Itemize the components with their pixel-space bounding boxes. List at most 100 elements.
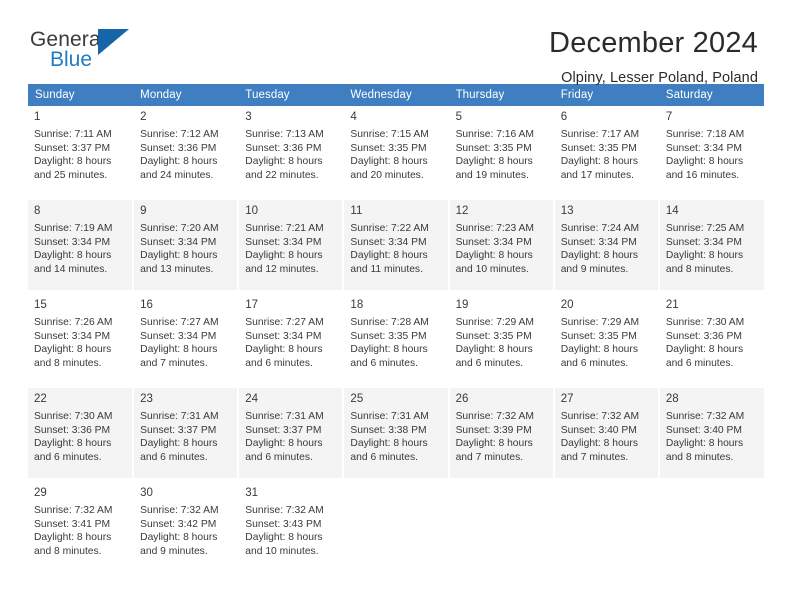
calendar-day-cell[interactable]: 26 Sunrise: 7:32 AM Sunset: 3:39 PM Dayligh… (448, 388, 555, 478)
calendar-day-cell[interactable]: 13 Sunrise: 7:24 AM Sunset: 3:34 PM Dayligh… (553, 200, 660, 290)
day-number: 12 (455, 205, 469, 217)
sunset-text: Sunset: 3:37 PM (140, 424, 217, 436)
calendar-day-cell[interactable]: 24 Sunrise: 7:31 AM Sunset: 3:37 PM Dayligh… (238, 388, 345, 478)
calendar-day-cell[interactable]: 20 Sunrise: 7:29 AM Sunset: 3:35 PM Dayligh… (553, 294, 660, 384)
daylight-text-line2: and 7 minutes. (455, 451, 524, 463)
calendar-day-content: 16 Sunrise: 7:27 AM Sunset: 3:34 PM Dayligh… (134, 294, 237, 384)
daylight-text-line2: and 6 minutes. (350, 357, 418, 369)
day-number: 9 (140, 205, 147, 217)
daylight-text-line1: Daylight: 8 hours (560, 438, 638, 450)
calendar-day-cell[interactable]: 28 Sunrise: 7:32 AM Sunset: 3:40 PM Dayligh… (658, 388, 764, 478)
sunset-text: Sunset: 3:37 PM (34, 142, 111, 154)
day-number: 5 (455, 111, 462, 123)
daylight-text-line2: and 8 minutes. (34, 357, 102, 369)
daylight-text-line1: Daylight: 8 hours (665, 344, 744, 356)
day-number: 28 (665, 393, 679, 405)
calendar-day-cell[interactable]: 5 Sunrise: 7:16 AM Sunset: 3:35 PM Daylight… (448, 106, 555, 196)
calendar-day-cell[interactable]: 1 Sunrise: 7:11 AM Sunset: 3:37 PM Daylight… (28, 106, 135, 196)
calendar-day-cell[interactable]: 8 Sunrise: 7:19 AM Sunset: 3:34 PM Daylight… (28, 200, 135, 290)
calendar-day-content: 22 Sunrise: 7:30 AM Sunset: 3:36 PM Dayligh… (28, 388, 132, 478)
calendar-day-content (344, 485, 447, 575)
calendar-day-cell[interactable]: 27 Sunrise: 7:32 AM Sunset: 3:40 PM Dayligh… (553, 388, 660, 478)
sunrise-text: Sunrise: 7:20 AM (140, 223, 219, 234)
calendar-day-cell[interactable]: 25 Sunrise: 7:31 AM Sunset: 3:38 PM Dayligh… (343, 388, 450, 478)
calendar-day-content: 14 Sunrise: 7:25 AM Sunset: 3:34 PM Dayligh… (660, 200, 764, 290)
daylight-text-line2: and 13 minutes. (140, 263, 214, 275)
calendar-day-cell[interactable]: 22 Sunrise: 7:30 AM Sunset: 3:36 PM Dayligh… (28, 388, 135, 478)
day-number: 14 (665, 205, 679, 217)
calendar-day-content: 11 Sunrise: 7:22 AM Sunset: 3:34 PM Dayligh… (344, 200, 447, 290)
calendar-day-cell[interactable]: 14 Sunrise: 7:25 AM Sunset: 3:34 PM Dayligh… (658, 200, 764, 290)
sunset-text: Sunset: 3:36 PM (140, 142, 217, 154)
daylight-text-line1: Daylight: 8 hours (140, 438, 218, 450)
daylight-text-line2: and 14 minutes. (34, 263, 108, 275)
daylight-text-line1: Daylight: 8 hours (140, 156, 218, 168)
brand-name-blue: Blue (50, 48, 93, 71)
sunset-text: Sunset: 3:34 PM (34, 236, 111, 248)
calendar-day-content: 10 Sunrise: 7:21 AM Sunset: 3:34 PM Dayligh… (239, 200, 342, 290)
calendar-day-content: 20 Sunrise: 7:29 AM Sunset: 3:35 PM Dayligh… (555, 294, 658, 384)
day-number: 23 (140, 393, 153, 405)
calendar-day-cell[interactable]: 21 Sunrise: 7:30 AM Sunset: 3:36 PM Dayligh… (658, 294, 764, 384)
sunset-text: Sunset: 3:35 PM (455, 142, 532, 154)
calendar-day-cell[interactable]: 11 Sunrise: 7:22 AM Sunset: 3:34 PM Dayligh… (343, 200, 450, 290)
sunrise-text: Sunrise: 7:11 AM (34, 129, 112, 140)
sunset-text: Sunset: 3:34 PM (665, 142, 742, 154)
calendar-day-cell[interactable]: 4 Sunrise: 7:15 AM Sunset: 3:35 PM Daylight… (343, 106, 450, 196)
daylight-text-line2: and 24 minutes. (140, 169, 214, 181)
calendar-day-cell[interactable]: 30 Sunrise: 7:32 AM Sunset: 3:42 PM Dayligh… (133, 482, 240, 575)
daylight-text-line1: Daylight: 8 hours (140, 344, 218, 356)
sunrise-text: Sunrise: 7:12 AM (140, 129, 219, 140)
day-number: 16 (140, 299, 153, 311)
calendar-day-cell[interactable]: 31 Sunrise: 7:32 AM Sunset: 3:43 PM Dayligh… (238, 482, 345, 575)
daylight-text-line1: Daylight: 8 hours (455, 250, 533, 262)
sunrise-text: Sunrise: 7:32 AM (34, 505, 113, 516)
calendar-day-cell[interactable]: 19 Sunrise: 7:29 AM Sunset: 3:35 PM Dayligh… (448, 294, 555, 384)
calendar-day-cell[interactable]: 3 Sunrise: 7:13 AM Sunset: 3:36 PM Daylight… (238, 106, 345, 196)
calendar-day-cell[interactable]: 6 Sunrise: 7:17 AM Sunset: 3:35 PM Daylight… (553, 106, 660, 196)
sunset-text: Sunset: 3:37 PM (245, 424, 322, 436)
calendar-day-content: 8 Sunrise: 7:19 AM Sunset: 3:34 PM Daylight… (28, 200, 132, 290)
calendar-day-cell[interactable]: 23 Sunrise: 7:31 AM Sunset: 3:37 PM Dayligh… (133, 388, 240, 478)
sunrise-text: Sunrise: 7:32 AM (560, 411, 640, 422)
calendar-day-cell[interactable]: 15 Sunrise: 7:26 AM Sunset: 3:34 PM Dayligh… (28, 294, 135, 384)
day-number: 29 (34, 487, 47, 499)
day-number: 30 (140, 487, 153, 499)
calendar-day-cell[interactable]: 17 Sunrise: 7:27 AM Sunset: 3:34 PM Dayligh… (238, 294, 345, 384)
calendar-day-content: 9 Sunrise: 7:20 AM Sunset: 3:34 PM Daylight… (134, 200, 237, 290)
brand-logo[interactable]: General Blue (30, 26, 138, 74)
calendar-week-row: 1 Sunrise: 7:11 AM Sunset: 3:37 PM Daylight… (28, 106, 764, 196)
calendar-day-cell[interactable]: 10 Sunrise: 7:21 AM Sunset: 3:34 PM Dayligh… (238, 200, 345, 290)
calendar-day-cell[interactable]: 7 Sunrise: 7:18 AM Sunset: 3:34 PM Daylight… (658, 106, 764, 196)
day-number: 17 (245, 299, 259, 311)
calendar-day-cell[interactable]: 16 Sunrise: 7:27 AM Sunset: 3:34 PM Dayligh… (133, 294, 240, 384)
calendar-day-content: 28 Sunrise: 7:32 AM Sunset: 3:40 PM Dayligh… (660, 388, 764, 478)
calendar-day-content: 21 Sunrise: 7:30 AM Sunset: 3:36 PM Dayligh… (660, 294, 764, 384)
day-number: 10 (245, 205, 259, 217)
calendar-day-cell[interactable]: 2 Sunrise: 7:12 AM Sunset: 3:36 PM Daylight… (133, 106, 240, 196)
daylight-text-line2: and 6 minutes. (665, 357, 734, 369)
calendar-day-cell[interactable]: 18 Sunrise: 7:28 AM Sunset: 3:35 PM Dayligh… (343, 294, 450, 384)
daylight-text-line2: and 20 minutes. (350, 169, 424, 181)
calendar-day-cell[interactable]: 29 Sunrise: 7:32 AM Sunset: 3:41 PM Dayligh… (28, 482, 135, 575)
sunrise-text: Sunrise: 7:31 AM (245, 411, 324, 422)
sunset-text: Sunset: 3:34 PM (455, 236, 532, 248)
sunrise-text: Sunrise: 7:30 AM (665, 317, 745, 328)
sunrise-text: Sunrise: 7:28 AM (350, 317, 429, 328)
daylight-text-line2: and 8 minutes. (665, 263, 734, 275)
daylight-text-line1: Daylight: 8 hours (34, 438, 112, 450)
location-subtitle: Olpiny, Lesser Poland, Poland (561, 70, 758, 86)
page-header: General Blue December 2024 Olpiny, Lesse… (0, 0, 792, 86)
weekday-header-wednesday: Wednesday (343, 84, 449, 106)
calendar-day-cell[interactable]: 12 Sunrise: 7:23 AM Sunset: 3:34 PM Dayligh… (448, 200, 555, 290)
calendar-day-cell[interactable]: 9 Sunrise: 7:20 AM Sunset: 3:34 PM Daylight… (133, 200, 240, 290)
daylight-text-line1: Daylight: 8 hours (140, 532, 218, 544)
daylight-text-line1: Daylight: 8 hours (455, 438, 533, 450)
day-number: 13 (560, 205, 574, 217)
daylight-text-line2: and 10 minutes. (245, 545, 319, 557)
daylight-text-line2: and 8 minutes. (34, 545, 102, 557)
daylight-text-line1: Daylight: 8 hours (665, 438, 744, 450)
calendar-week-row: 22 Sunrise: 7:30 AM Sunset: 3:36 PM Dayligh… (28, 388, 764, 478)
calendar-week-row: 8 Sunrise: 7:19 AM Sunset: 3:34 PM Daylight… (28, 200, 764, 290)
calendar-day-content: 27 Sunrise: 7:32 AM Sunset: 3:40 PM Dayligh… (555, 388, 658, 478)
